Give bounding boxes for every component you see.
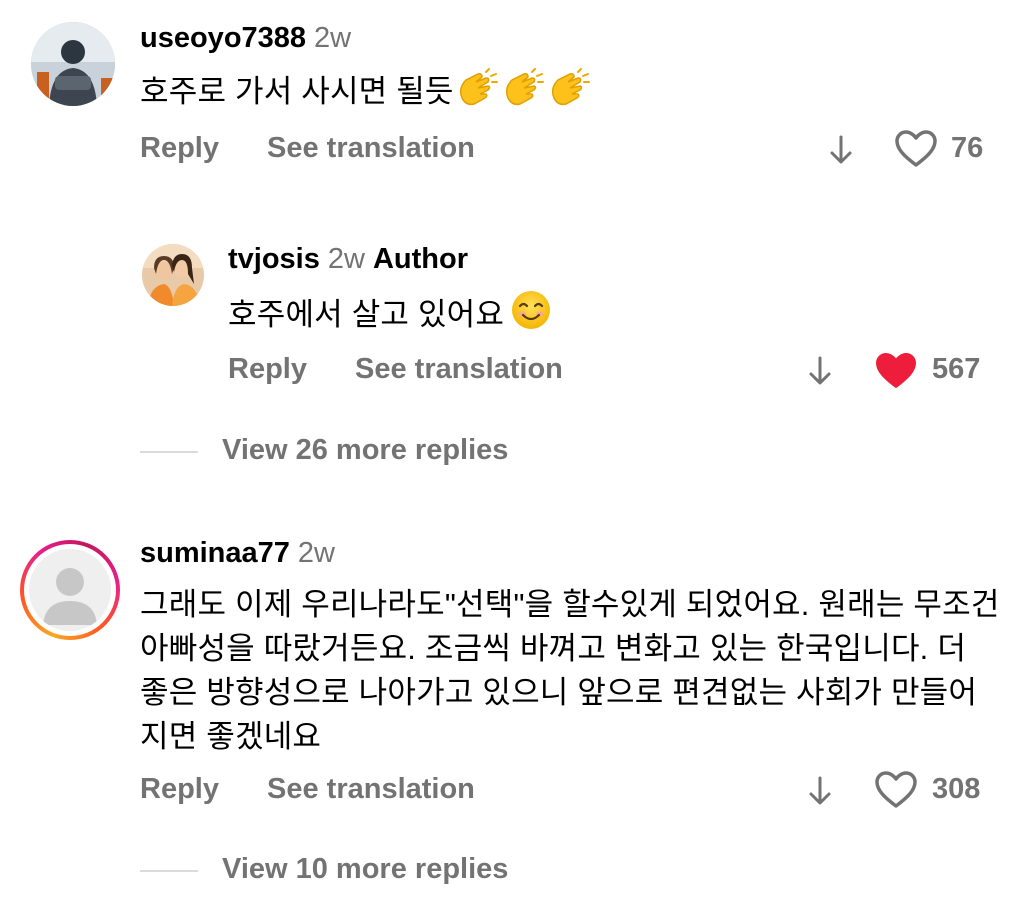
reply-header: tvjosis 2w Author [228, 243, 468, 276]
timestamp: 2w [327, 243, 365, 275]
username[interactable]: suminaa77 [140, 537, 290, 570]
reply-button[interactable]: Reply [140, 132, 219, 165]
reply-text: 호주에서 살고 있어요 [228, 289, 552, 343]
comment-body: 호주로 가서 사시면 될듯 [140, 74, 454, 109]
like-count: 308 [932, 773, 981, 805]
divider-line [140, 870, 198, 872]
view-more-replies-button[interactable]: View 26 more replies [222, 434, 508, 467]
see-translation-button[interactable]: See translation [355, 353, 563, 386]
smiling-face-emoji [510, 289, 552, 343]
avatar[interactable] [142, 244, 204, 306]
divider-line [140, 451, 198, 453]
like-count: 567 [932, 353, 981, 385]
author-badge: Author [372, 243, 468, 275]
comment-text: 호주로 가서 사시면 될듯 [140, 68, 592, 120]
reply-button[interactable]: Reply [228, 353, 307, 386]
comment-header: suminaa77 2w [140, 537, 335, 570]
dislike-arrow-icon[interactable] [807, 775, 833, 807]
heart-icon[interactable] [874, 771, 918, 809]
comment-header: useoyo7388 2w [140, 22, 351, 55]
avatar-story-ring[interactable] [20, 540, 120, 640]
username[interactable]: tvjosis [228, 243, 320, 276]
avatar-photo [31, 22, 115, 106]
timestamp: 2w [297, 537, 335, 569]
heart-filled-icon[interactable] [874, 352, 918, 390]
see-translation-button[interactable]: See translation [267, 132, 475, 165]
clapping-hands-emoji [502, 68, 546, 120]
dislike-arrow-icon[interactable] [828, 134, 854, 166]
view-more-replies-button[interactable]: View 10 more replies [222, 853, 508, 886]
default-avatar-icon [29, 549, 111, 631]
reply-body: 호주에서 살고 있어요 [228, 297, 505, 332]
heart-icon[interactable] [894, 130, 938, 168]
avatar[interactable] [31, 22, 115, 106]
dislike-arrow-icon[interactable] [807, 355, 833, 387]
timestamp: 2w [314, 22, 352, 54]
like-count: 76 [951, 132, 984, 164]
comment-text: 그래도 이제 우리나라도"선택"을 할수있게 되었어요. 원래는 무조건 아빠성… [140, 587, 1000, 754]
avatar-photo [142, 244, 204, 306]
clapping-hands-emoji [548, 68, 592, 120]
reply-button[interactable]: Reply [140, 773, 219, 806]
username[interactable]: useoyo7388 [140, 22, 306, 55]
clapping-hands-emoji [456, 68, 500, 120]
see-translation-button[interactable]: See translation [267, 773, 475, 806]
